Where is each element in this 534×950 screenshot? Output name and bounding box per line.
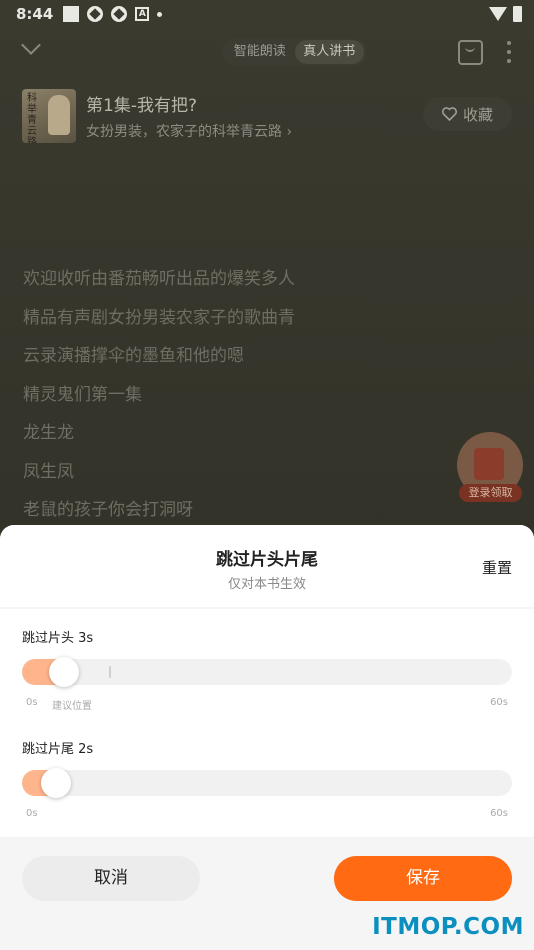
cover-figure [48,95,70,135]
cancel-button[interactable]: 取消 [22,856,200,901]
book-name-link[interactable]: 女扮男装，农家子的科举青云路 › [86,121,292,141]
intro-label: 跳过片头 3s [22,631,94,646]
outro-label: 跳过片尾 2s [22,742,94,757]
status-bar: 8:44 A [0,0,534,28]
intro-min: 0s [26,697,38,708]
save-button[interactable]: 保存 [334,856,512,901]
mode-switch: 智能朗读 真人讲书 [222,38,367,66]
cart-icon[interactable] [458,40,483,65]
outro-slider[interactable] [22,768,512,798]
lyric-line: 欢迎收听由番茄畅听出品的爆笑多人 [23,269,295,289]
square-icon [63,6,80,22]
chevron-down-icon[interactable] [21,35,41,55]
skip-sheet: 跳过片头片尾 仅对本书生效 重置 跳过片头 3s 0s 建议位置 60s 跳过片… [0,525,534,950]
sheet-title: 跳过片头片尾 [216,550,318,570]
lyric-line: 云录演播撑伞的墨鱼和他的嗯 [23,346,244,366]
outro-slider-block: 跳过片尾 2s 0s 60s [22,738,512,819]
favorite-label: 收藏 [462,105,493,124]
lyric-line: 精品有声剧女扮男装农家子的歌曲青 [23,307,295,328]
intro-max: 60s [490,697,508,708]
sheet-subtitle: 仅对本书生效 [227,577,306,592]
gift-icon [474,448,504,480]
lyric-line: 龙生龙 [23,423,74,443]
intro-scale: 0s 建议位置 60s [22,697,512,712]
a-icon: A [135,7,150,21]
player-top-bar: 智能朗读 真人讲书 [0,35,534,68]
intro-slider-thumb[interactable] [48,657,79,687]
sheet-header: 跳过片头片尾 仅对本书生效 重置 [0,525,534,607]
reset-button[interactable]: 重置 [482,557,512,578]
suggest-hint: 建议位置 [52,701,92,712]
lyric-line: 凤生凤 [23,461,74,482]
tab-real-reader[interactable]: 真人讲书 [294,40,364,64]
book-cover[interactable]: 科举青云路 [22,89,76,143]
status-right [489,6,522,22]
lyrics: 欢迎收听由番茄畅听出品的爆笑多人 精品有声剧女扮男装农家子的歌曲青 云录演播撑伞… [23,265,503,535]
wifi-icon [489,7,507,21]
login-gift-button[interactable]: 登录领取 [456,432,523,504]
status-time: 8:44 [16,5,54,23]
status-icons: A [63,6,163,22]
tab-smart-read[interactable]: 智能朗读 [225,40,295,64]
favorite-button[interactable]: 收藏 [423,97,512,131]
outro-max: 60s [490,808,508,819]
intro-slider[interactable] [22,657,512,687]
battery-icon [513,6,522,22]
cover-art-text: 科举青云路 [27,93,37,143]
outro-scale: 0s 60s [22,808,512,822]
suggest-marker [108,666,111,678]
outro-slider-thumb[interactable] [41,768,72,798]
lyric-line: 精灵鬼们第一集 [23,384,142,405]
dot-icon [157,11,163,17]
heart-icon [441,107,457,121]
intro-slider-block: 跳过片头 3s 0s 建议位置 60s [22,627,512,712]
app-icon [111,6,128,22]
sliders-panel: 跳过片头 3s 0s 建议位置 60s 跳过片尾 2s 0s 60s [0,609,534,837]
episode-title: 第1集-我有把? [86,96,197,116]
more-icon[interactable] [507,41,511,63]
watermark: ITMOP.COM [372,914,524,940]
gift-label: 登录领取 [459,484,522,502]
outro-min: 0s [26,808,38,819]
book-info: 科举青云路 第1集-我有把? 女扮男装，农家子的科举青云路 › 收藏 [22,89,512,143]
app-icon [87,6,104,22]
